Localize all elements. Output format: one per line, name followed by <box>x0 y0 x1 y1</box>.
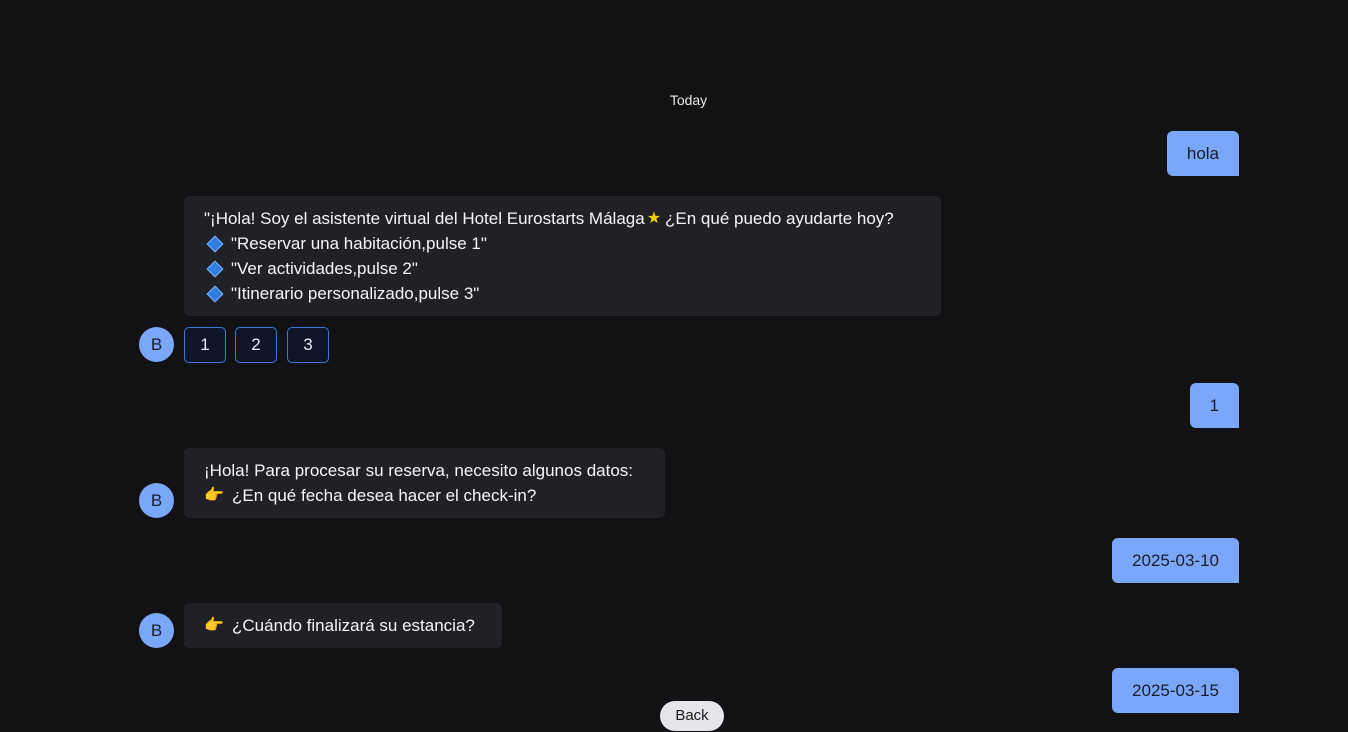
welcome-option: "Ver actividades,pulse 2" <box>204 256 921 281</box>
bot-avatar: B <box>139 613 174 648</box>
checkout-question-text: ¿Cuándo finalizará su estancia? <box>232 616 475 635</box>
checkin-question-text: ¿En qué fecha desea hacer el check-in? <box>232 486 537 505</box>
bot-avatar: B <box>139 483 174 518</box>
user-message-checkout-date: 2025-03-15 <box>1112 668 1239 713</box>
blue-diamond-icon <box>206 260 224 277</box>
quick-reply-3-button[interactable]: 3 <box>287 327 329 363</box>
chat-window: Today hola "¡Hola! Soy el asistente virt… <box>0 0 1348 732</box>
bot-message-welcome: "¡Hola! Soy el asistente virtual del Hot… <box>184 196 941 316</box>
bot-message-checkout: 👉 ¿Cuándo finalizará su estancia? <box>184 603 502 648</box>
pointing-hand-icon: 👉 <box>204 487 224 504</box>
quick-reply-1-button[interactable]: 1 <box>184 327 226 363</box>
option-text: "Ver actividades,pulse 2" <box>231 259 418 278</box>
bot-message-reservation: ¡Hola! Para procesar su reserva, necesit… <box>184 448 665 518</box>
checkout-question: 👉 ¿Cuándo finalizará su estancia? <box>204 613 482 638</box>
user-message-hola: hola <box>1166 131 1239 176</box>
pointing-hand-icon: 👉 <box>204 617 224 634</box>
back-button[interactable]: Back <box>660 701 724 731</box>
user-message-choice: 1 <box>1189 383 1239 428</box>
reservation-intro-text: ¡Hola! Para procesar su reserva, necesit… <box>204 461 634 480</box>
reservation-question: 👉 ¿En qué fecha desea hacer el check-in? <box>204 483 645 508</box>
greeting-text-end: ¿En qué puedo ayudarte hoy? <box>665 209 894 228</box>
bot-avatar: B <box>139 327 174 362</box>
greeting-text-start: "¡Hola! Soy el asistente virtual del Hot… <box>204 209 645 228</box>
blue-diamond-icon <box>206 235 224 252</box>
welcome-option: "Itinerario personalizado,pulse 3" <box>204 281 921 306</box>
welcome-greeting: "¡Hola! Soy el asistente virtual del Hot… <box>204 206 921 231</box>
star-icon: ★ <box>646 210 662 227</box>
option-text: "Itinerario personalizado,pulse 3" <box>231 284 480 303</box>
welcome-option: "Reservar una habitación,pulse 1" <box>204 231 921 256</box>
blue-diamond-icon <box>206 285 224 302</box>
option-text: "Reservar una habitación,pulse 1" <box>231 234 487 253</box>
quick-reply-2-button[interactable]: 2 <box>235 327 277 363</box>
date-separator: Today <box>669 92 708 108</box>
user-message-checkin-date: 2025-03-10 <box>1112 538 1239 583</box>
reservation-intro: ¡Hola! Para procesar su reserva, necesit… <box>204 458 645 483</box>
